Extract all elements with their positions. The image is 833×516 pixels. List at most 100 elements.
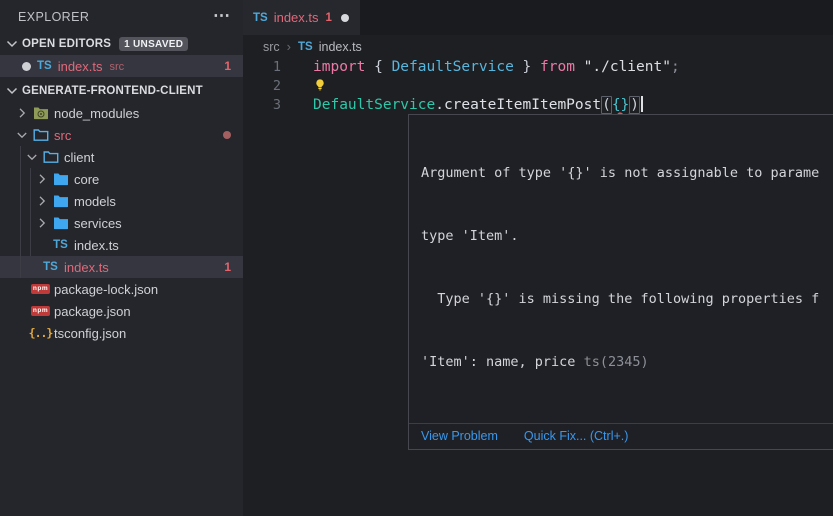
tree-item-core[interactable]: core (0, 168, 243, 190)
unsaved-dot-icon[interactable] (22, 62, 31, 71)
tree-item-client[interactable]: client (0, 146, 243, 168)
project-name-label: GENERATE-FRONTEND-CLIENT (22, 85, 203, 97)
view-problem-link[interactable]: View Problem (421, 429, 498, 443)
code-token: } (514, 59, 540, 75)
error-message-line: 'Item': name, price ts(2345) (421, 352, 833, 373)
chevron-down-icon[interactable] (24, 149, 40, 165)
breadcrumb-folder[interactable]: src (263, 40, 280, 54)
tab-bar: TS index.ts 1 (243, 0, 833, 35)
typescript-file-icon: TS (53, 239, 68, 251)
tsconfig-file-icon: {..} (29, 326, 53, 340)
indent-guide (20, 146, 21, 278)
code-line-1[interactable]: 1 import { DefaultService } from "./clie… (243, 58, 833, 77)
tree-item-services[interactable]: services (0, 212, 243, 234)
tab-index-ts[interactable]: TS index.ts 1 (243, 0, 360, 35)
project-section-header[interactable]: GENERATE-FRONTEND-CLIENT (0, 80, 243, 102)
matched-bracket: ( (601, 96, 612, 114)
line-number[interactable]: 1 (243, 58, 281, 77)
text-cursor (641, 96, 643, 112)
tree-item-src-index-ts[interactable]: TS index.ts 1 (0, 256, 243, 278)
code-line-2[interactable]: 2 (243, 77, 833, 96)
folder-icon (52, 193, 69, 209)
folder-icon (52, 171, 69, 187)
tree-item-label: models (74, 194, 116, 209)
code-token: createItemItemPost (444, 97, 601, 113)
typescript-file-icon: TS (37, 60, 52, 72)
breadcrumb-separator-icon: › (287, 39, 291, 54)
typescript-file-icon: TS (298, 41, 313, 53)
unsaved-dot-icon[interactable] (341, 14, 349, 22)
quick-fix-link[interactable]: Quick Fix... (Ctrl+.) (524, 429, 629, 443)
more-actions-icon[interactable]: ⋯ (213, 0, 231, 32)
sidebar-header: EXPLORER ⋯ (0, 0, 243, 34)
folder-icon (52, 215, 69, 231)
code-line-3[interactable]: 3 DefaultService.createItemItemPost({}) (243, 96, 833, 115)
chevron-down-icon (4, 36, 20, 52)
tab-filename: index.ts (274, 10, 319, 25)
typescript-file-icon: TS (253, 12, 268, 24)
error-message: Argument of type '{}' is not assignable … (409, 115, 833, 423)
code-token: "./client" (584, 59, 671, 75)
tree-item-label: services (74, 216, 122, 231)
open-editors-label: OPEN EDITORS (22, 38, 111, 50)
error-message-line: Type '{}' is missing the following prope… (421, 289, 833, 310)
tab-error-badge: 1 (326, 12, 332, 24)
tree-item-label: package.json (54, 304, 131, 319)
code-token: ; (671, 59, 680, 75)
open-editor-item[interactable]: TS index.ts src 1 (0, 55, 243, 77)
chevron-right-icon[interactable] (14, 105, 30, 121)
open-editor-filename: index.ts (58, 59, 103, 74)
tree-item-label: client (64, 150, 94, 165)
lightbulb-quickfix-icon[interactable] (313, 78, 327, 92)
code-editor[interactable]: 1 import { DefaultService } from "./clie… (243, 58, 833, 115)
chevron-right-icon[interactable] (34, 193, 50, 209)
error-message-line: type 'Item'. (421, 226, 833, 247)
tree-item-label: node_modules (54, 106, 139, 121)
tree-item-label: core (74, 172, 99, 187)
folder-open-icon (42, 149, 59, 165)
open-editor-folder-hint: src (110, 59, 125, 73)
tree-item-package-lock-json[interactable]: npm package-lock.json (0, 278, 243, 300)
tree-item-src[interactable]: src (0, 124, 243, 146)
typescript-file-icon: TS (43, 261, 58, 273)
code-token: from (540, 59, 584, 75)
tree-item-node-modules[interactable]: node_modules (0, 102, 243, 124)
explorer-title: EXPLORER (18, 0, 89, 34)
chevron-right-icon[interactable] (34, 215, 50, 231)
chevron-spacer (34, 237, 50, 253)
tree-item-label: package-lock.json (54, 282, 158, 297)
code-token: import (313, 59, 374, 75)
error-code-ref: ts(2345) (584, 354, 649, 370)
node-modules-folder-icon (32, 105, 49, 121)
tree-item-label: src (54, 128, 71, 143)
tree-item-models[interactable]: models (0, 190, 243, 212)
tooltip-actions: View Problem Quick Fix... (Ctrl+.) (409, 423, 833, 449)
code-token: DefaultService (392, 59, 514, 75)
modified-dot-icon (223, 131, 231, 139)
error-message-text: 'Item': name, price (421, 354, 584, 370)
code-token: . (435, 97, 444, 113)
chevron-right-icon[interactable] (34, 171, 50, 187)
code-token: { (374, 59, 391, 75)
chevron-spacer (14, 281, 30, 297)
error-argument-token: {} (612, 97, 629, 113)
line-number[interactable]: 3 (243, 96, 281, 115)
chevron-spacer (14, 303, 30, 319)
code-token: DefaultService (313, 97, 435, 113)
open-editors-section-header[interactable]: OPEN EDITORS 1 UNSAVED (0, 33, 243, 55)
unsaved-count-badge: 1 UNSAVED (119, 37, 188, 51)
chevron-spacer (14, 325, 30, 341)
tree-item-package-json[interactable]: npm package.json (0, 300, 243, 322)
chevron-down-icon[interactable] (14, 127, 30, 143)
tree-item-tsconfig-json[interactable]: {..} tsconfig.json (0, 322, 243, 344)
tree-item-label: index.ts (64, 260, 109, 275)
folder-open-icon (32, 127, 49, 143)
npm-file-icon: npm (31, 284, 50, 294)
error-count-badge: 1 (224, 59, 231, 73)
vscode-window: EXPLORER ⋯ OPEN EDITORS 1 UNSAVED TS ind… (0, 0, 833, 516)
breadcrumb-file[interactable]: index.ts (319, 40, 362, 54)
file-tree: node_modules src client (0, 102, 243, 344)
matched-bracket: ) (629, 96, 640, 114)
line-number[interactable]: 2 (243, 77, 281, 96)
tree-item-client-index-ts[interactable]: TS index.ts (0, 234, 243, 256)
